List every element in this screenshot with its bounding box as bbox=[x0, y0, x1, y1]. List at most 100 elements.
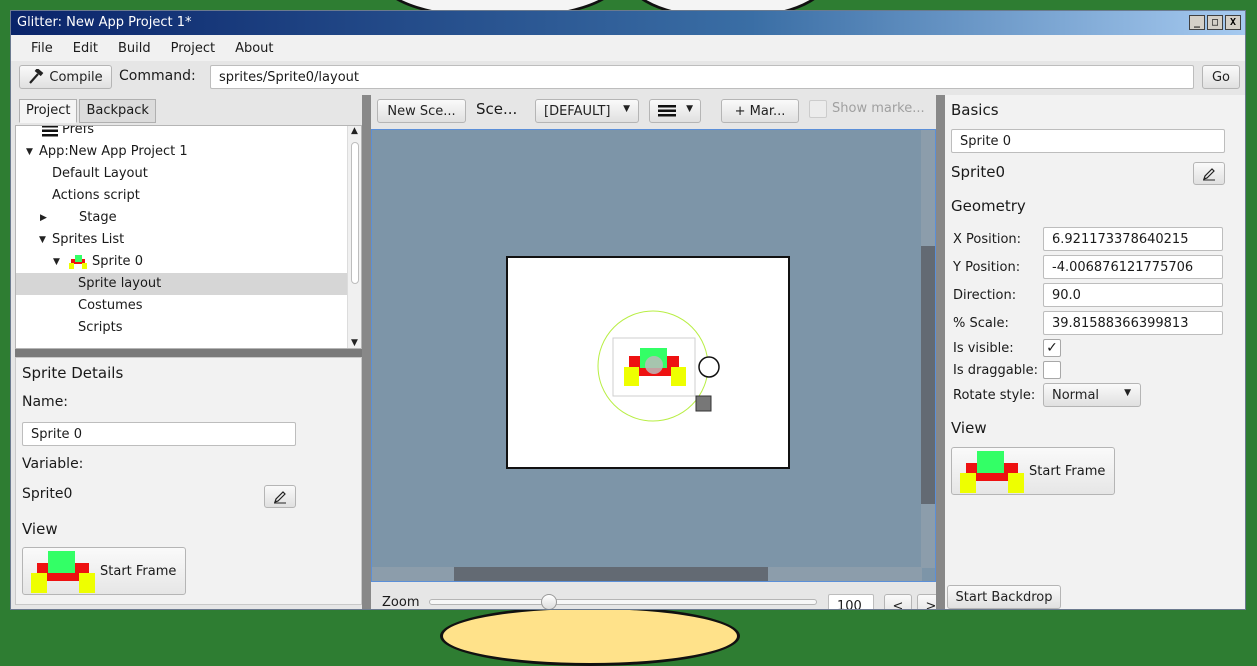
variable-value: Sprite0 bbox=[951, 163, 1006, 181]
rotate-style-select[interactable]: Normal ▼ bbox=[1043, 383, 1141, 407]
minimize-button[interactable]: _ bbox=[1189, 15, 1205, 30]
start-frame-label: Start Frame bbox=[1029, 464, 1106, 479]
scene-label: Sce... bbox=[476, 100, 518, 118]
sprite-name-field[interactable]: Sprite 0 bbox=[951, 129, 1225, 153]
scale-input[interactable]: 39.81588366399813 bbox=[1043, 311, 1223, 335]
add-marker-button[interactable]: + Mar... bbox=[721, 99, 799, 123]
command-label: Command: bbox=[119, 68, 196, 84]
menu-about[interactable]: About bbox=[225, 41, 283, 56]
rotate-style-label: Rotate style: bbox=[953, 388, 1036, 403]
scene-canvas[interactable] bbox=[371, 129, 936, 582]
edit-variable-button[interactable] bbox=[1193, 162, 1225, 185]
is-visible-checkbox[interactable]: ✓ bbox=[1043, 339, 1061, 357]
menu-select-button[interactable]: ▼ bbox=[649, 99, 701, 123]
compile-button[interactable]: Compile bbox=[19, 65, 112, 89]
canvas-hscrollbar[interactable] bbox=[372, 567, 922, 581]
tree-item-costumes[interactable]: Costumes bbox=[16, 295, 347, 317]
direction-input[interactable]: 90.0 bbox=[1043, 283, 1223, 307]
menu-file[interactable]: File bbox=[21, 41, 63, 56]
tree-scroll-thumb[interactable] bbox=[351, 142, 359, 284]
variable-value: Sprite0 bbox=[22, 486, 73, 502]
project-tree[interactable]: Prefs ▼ App:New App Project 1 Default La… bbox=[15, 125, 362, 349]
y-position-label: Y Position: bbox=[953, 260, 1021, 275]
tab-backpack[interactable]: Backpack bbox=[79, 99, 156, 123]
variable-label: Variable: bbox=[22, 456, 84, 472]
dropdown-arrow-icon: ▼ bbox=[623, 104, 630, 114]
zoom-slider-thumb[interactable] bbox=[541, 594, 557, 609]
tree-label: Prefs bbox=[62, 125, 95, 137]
sprite-selection[interactable] bbox=[506, 256, 790, 469]
layout-select-value: [DEFAULT] bbox=[544, 103, 611, 119]
stage-area[interactable] bbox=[506, 256, 790, 469]
left-center-splitter[interactable] bbox=[362, 95, 371, 609]
tree-item-sprite-layout[interactable]: Sprite layout bbox=[16, 273, 347, 295]
tree-item-sprite-0[interactable]: ▼ Sprite 0 bbox=[16, 251, 347, 273]
scale-label: % Scale: bbox=[953, 316, 1009, 331]
title-bar[interactable]: Glitter: New App Project 1* _ □ X bbox=[11, 11, 1245, 35]
show-markers-checkbox[interactable] bbox=[809, 100, 827, 118]
expand-triangle-icon[interactable]: ▼ bbox=[53, 251, 60, 273]
tree-item-default-layout[interactable]: Default Layout bbox=[16, 163, 347, 185]
edit-variable-button[interactable] bbox=[264, 485, 296, 508]
pencil-icon bbox=[1203, 167, 1215, 180]
start-frame-button[interactable]: Start Frame bbox=[22, 547, 186, 595]
start-frame-button[interactable]: Start Frame bbox=[951, 447, 1115, 495]
expand-triangle-icon[interactable]: ▼ bbox=[26, 141, 33, 163]
menu-edit[interactable]: Edit bbox=[63, 41, 108, 56]
close-button[interactable]: X bbox=[1225, 15, 1241, 30]
tab-project[interactable]: Project bbox=[19, 99, 78, 123]
canvas-hscroll-thumb[interactable] bbox=[454, 567, 768, 581]
center-right-splitter[interactable] bbox=[936, 95, 945, 609]
menu-project[interactable]: Project bbox=[161, 41, 225, 56]
command-input[interactable]: sprites/Sprite0/layout bbox=[210, 65, 1194, 89]
tree-item-prefs[interactable]: Prefs bbox=[16, 125, 347, 141]
zoom-slider-track[interactable] bbox=[429, 594, 817, 609]
sprite-costume-icon bbox=[960, 451, 1024, 493]
tree-item-actions-script[interactable]: Actions script bbox=[16, 185, 347, 207]
tree-scrollbar[interactable]: ▲ ▼ bbox=[347, 126, 361, 348]
direction-label: Direction: bbox=[953, 288, 1017, 303]
background-shape-bottom bbox=[440, 606, 740, 666]
tree-label: Scripts bbox=[78, 320, 123, 335]
left-panel: Project Backpack Prefs ▼ App:New App Pro… bbox=[15, 95, 362, 605]
maximize-button[interactable]: □ bbox=[1207, 15, 1223, 30]
sprite-details-title: Sprite Details bbox=[22, 364, 124, 382]
dropdown-arrow-icon: ▼ bbox=[686, 104, 693, 114]
layout-select[interactable]: [DEFAULT] ▼ bbox=[535, 99, 639, 123]
app-window: Glitter: New App Project 1* _ □ X File E… bbox=[10, 10, 1246, 610]
window-title: Glitter: New App Project 1* bbox=[17, 15, 192, 30]
scroll-up-icon[interactable]: ▲ bbox=[351, 126, 358, 136]
basics-title: Basics bbox=[951, 101, 999, 119]
tree-label: Sprite layout bbox=[78, 276, 162, 291]
is-visible-label: Is visible: bbox=[953, 341, 1014, 356]
command-bar: Compile Command: sprites/Sprite0/layout … bbox=[11, 61, 1245, 93]
is-draggable-checkbox[interactable] bbox=[1043, 361, 1061, 379]
zoom-value-input[interactable]: 100 bbox=[828, 594, 874, 609]
sprite-details-panel: Sprite Details Name: Sprite 0 Variable: … bbox=[15, 357, 362, 605]
y-position-input[interactable]: -4.006876121775706 bbox=[1043, 255, 1223, 279]
tree-item-stage[interactable]: ▶ Stage bbox=[16, 207, 347, 229]
x-position-input[interactable]: 6.921173378640215 bbox=[1043, 227, 1223, 251]
left-panel-splitter[interactable] bbox=[15, 349, 362, 357]
rotate-style-value: Normal bbox=[1052, 387, 1100, 403]
start-backdrop-button[interactable]: Start Backdrop bbox=[947, 585, 1061, 609]
expand-triangle-icon[interactable]: ▼ bbox=[39, 229, 46, 251]
tree-item-app[interactable]: ▼ App:New App Project 1 bbox=[16, 141, 347, 163]
properties-panel: Basics Sprite 0 Sprite0 Geometry X Posit… bbox=[945, 95, 1245, 609]
new-scene-button[interactable]: New Sce... bbox=[377, 99, 466, 123]
scroll-down-icon[interactable]: ▼ bbox=[351, 338, 358, 348]
prefs-icon bbox=[42, 126, 58, 137]
sprite-name-input[interactable]: Sprite 0 bbox=[22, 422, 296, 446]
go-button[interactable]: Go bbox=[1202, 65, 1240, 89]
start-frame-label: Start Frame bbox=[100, 564, 177, 579]
tree-label: App:New App Project 1 bbox=[39, 144, 188, 159]
scene-editor: New Sce... Sce... [DEFAULT] ▼ ▼ + Mar...… bbox=[371, 95, 945, 609]
tree-item-scripts[interactable]: Scripts bbox=[16, 317, 347, 339]
tree-label: Stage bbox=[79, 210, 117, 225]
menu-build[interactable]: Build bbox=[108, 41, 161, 56]
canvas-vscrollbar[interactable] bbox=[921, 130, 935, 568]
zoom-out-button[interactable]: < bbox=[884, 594, 912, 609]
collapse-triangle-icon[interactable]: ▶ bbox=[40, 207, 47, 229]
canvas-vscroll-thumb[interactable] bbox=[921, 246, 935, 504]
tree-item-sprites-list[interactable]: ▼ Sprites List bbox=[16, 229, 347, 251]
